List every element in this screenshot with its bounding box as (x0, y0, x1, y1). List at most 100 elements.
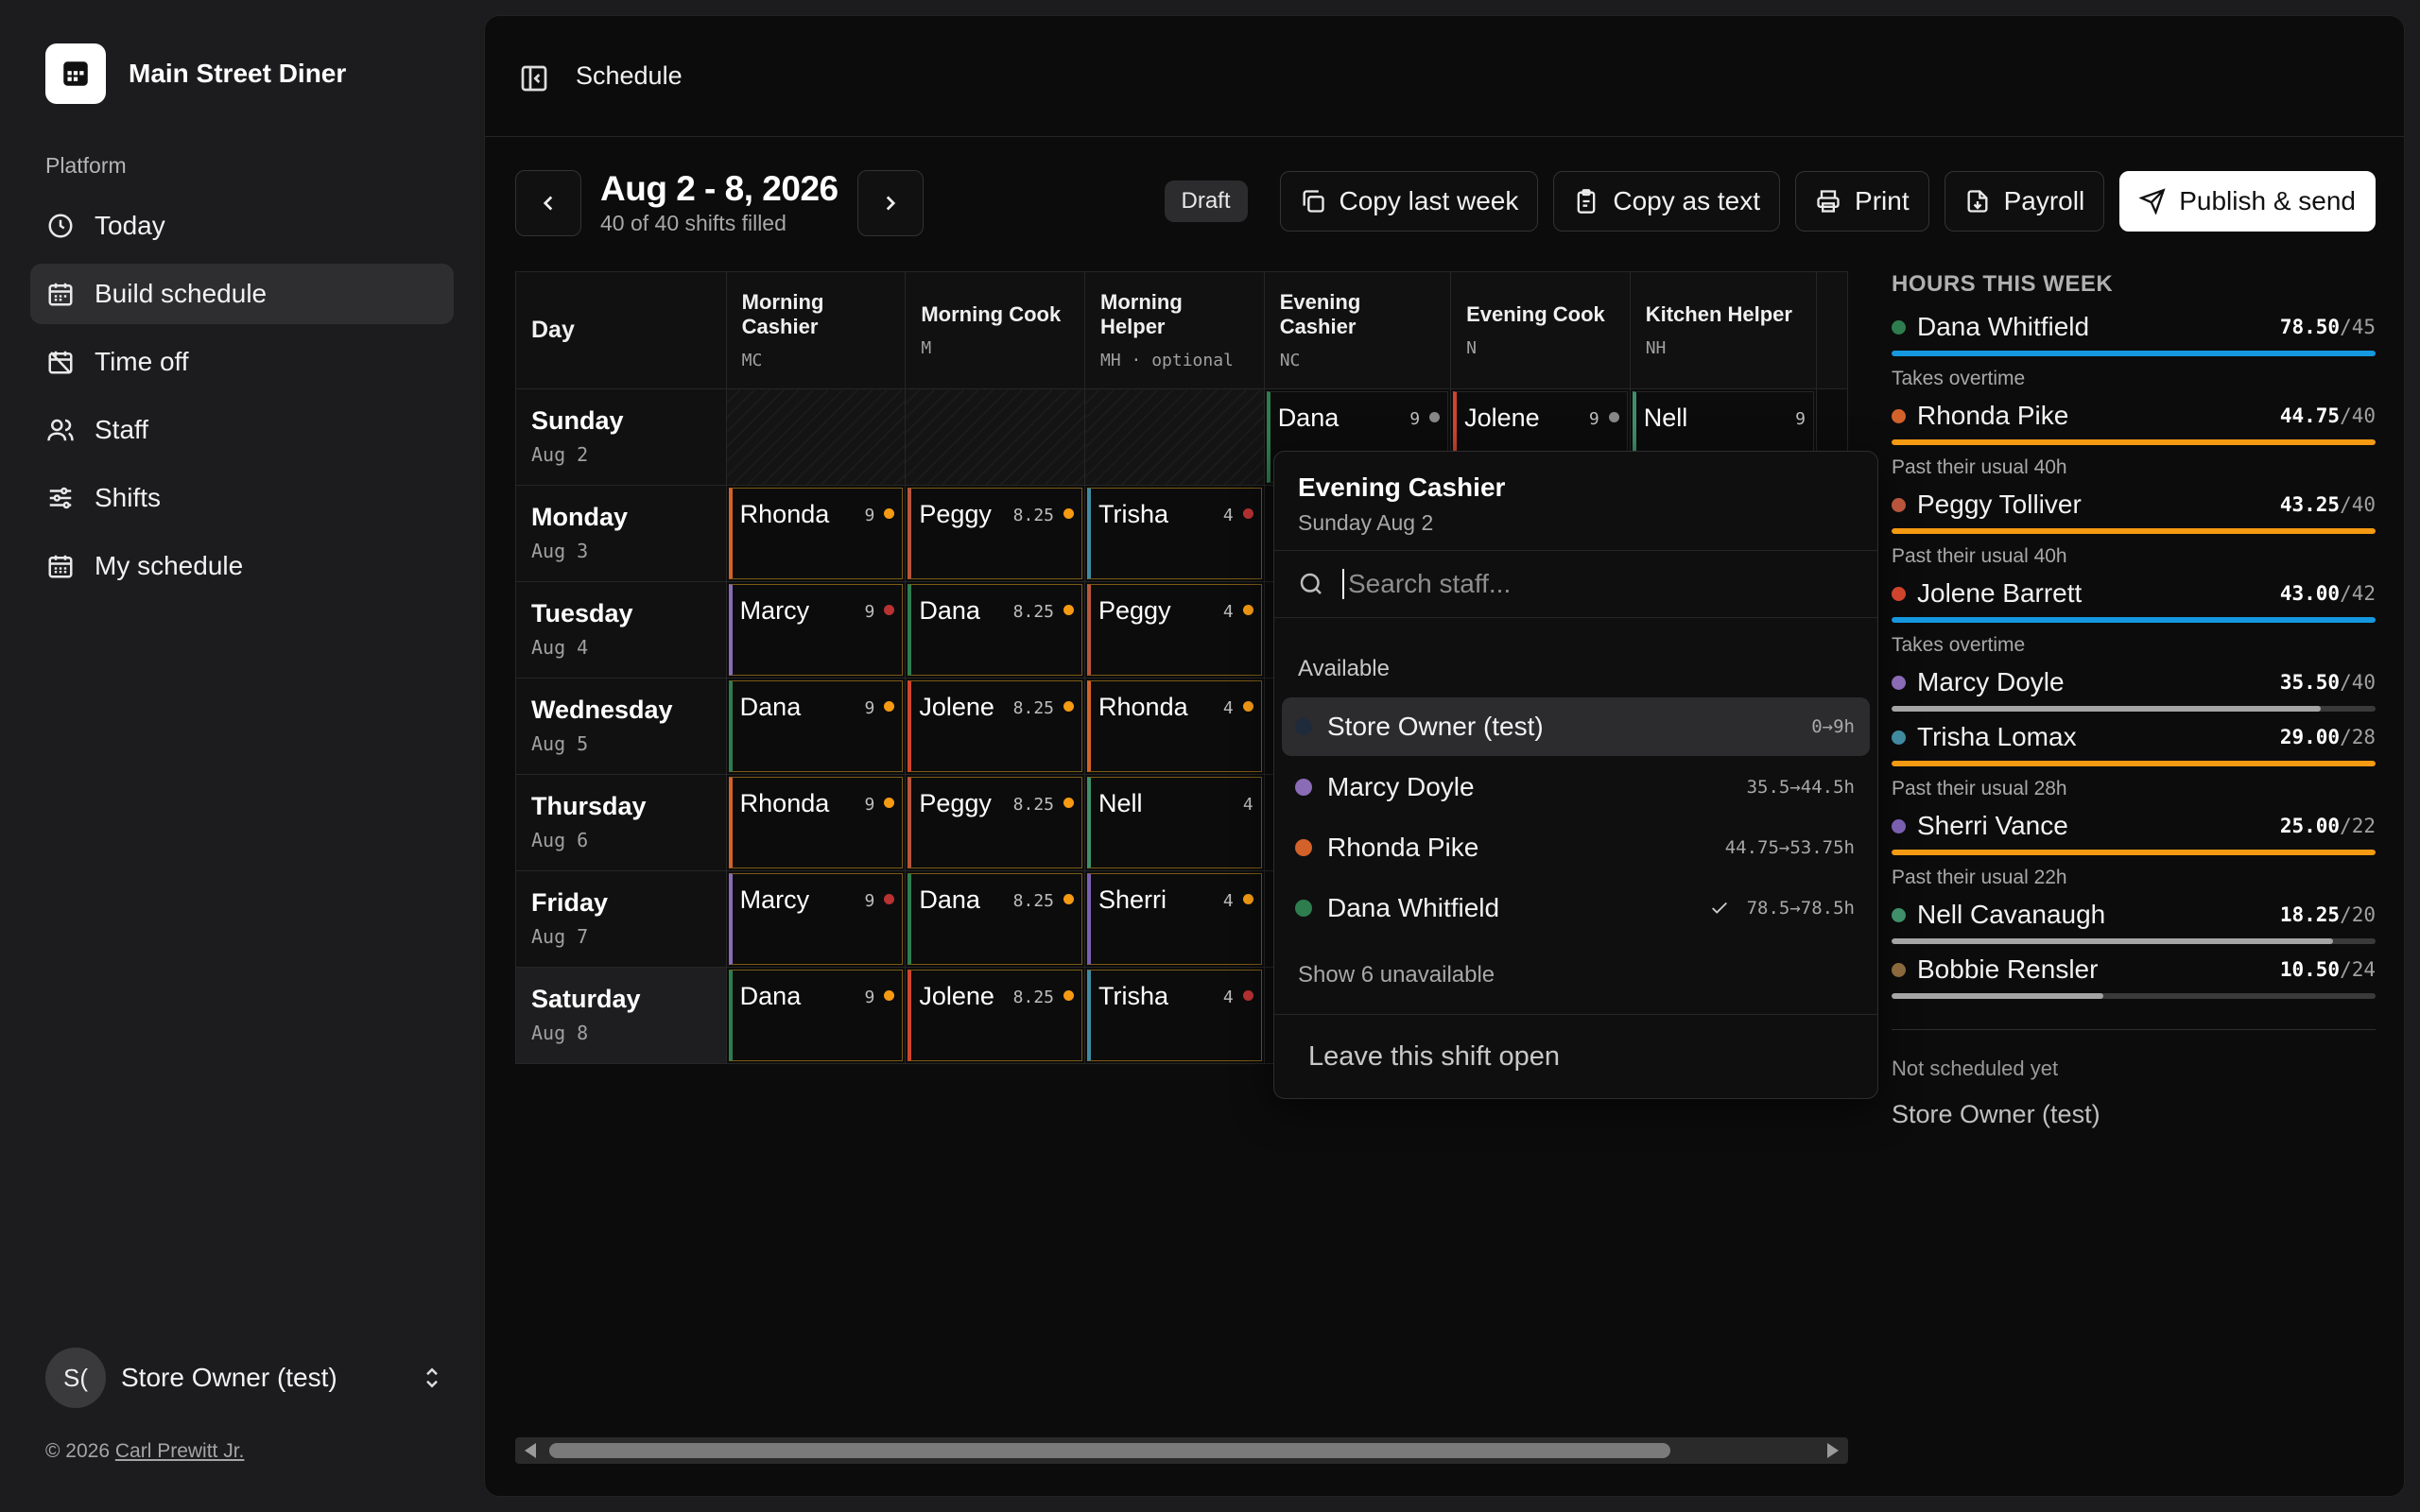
scroll-left-arrow-icon[interactable] (525, 1443, 536, 1458)
print-button[interactable]: Print (1795, 171, 1929, 232)
staff-option[interactable]: Marcy Doyle 35.5→44.5h (1282, 758, 1870, 816)
shift-cell[interactable]: Trisha 4 (1084, 485, 1265, 582)
copyright-prefix: © 2026 (45, 1440, 111, 1462)
shift-chip[interactable]: Marcy 9 (728, 873, 904, 965)
shift-cell[interactable]: Peggy 8.25 (905, 485, 1086, 582)
hours-row[interactable]: Dana Whitfield 78.50/45 Takes overtime (1892, 309, 2376, 390)
sidebar-item-time-off[interactable]: Time off (30, 332, 454, 392)
status-dot-icon (1063, 605, 1075, 615)
scrollbar-thumb[interactable] (549, 1443, 1670, 1458)
shift-chip[interactable]: Dana 9 (728, 970, 904, 1061)
sidebar-item-my-schedule[interactable]: My schedule (30, 536, 454, 596)
button-label: Copy last week (1339, 186, 1519, 215)
sidebar-item-build-schedule[interactable]: Build schedule (30, 264, 454, 324)
shift-chip[interactable]: Dana 9 (728, 680, 904, 772)
clipboard-icon (1578, 189, 1596, 214)
hours-row[interactable]: Jolene Barrett 43.00/42 Takes overtime (1892, 576, 2376, 657)
staff-option[interactable]: Rhonda Pike 44.75→53.75h (1282, 818, 1870, 877)
shift-hours-value: 4 (1222, 602, 1234, 622)
search-input[interactable] (1342, 569, 1834, 599)
day-name: Wednesday (531, 696, 673, 724)
shift-cell[interactable]: Rhonda 4 (1084, 678, 1265, 775)
shift-cell[interactable]: Marcy 9 (725, 870, 907, 968)
payroll-button[interactable]: Payroll (1944, 171, 2105, 232)
staff-color-dot-icon (1295, 779, 1312, 796)
shift-cell[interactable]: Jolene 8.25 (905, 967, 1086, 1064)
shift-staff-name: Dana (919, 596, 980, 625)
staff-name: Dana Whitfield (1917, 312, 2090, 341)
shift-cell[interactable]: Peggy 4 (1084, 581, 1265, 679)
staff-option[interactable]: Dana Whitfield 78.5→78.5h (1282, 879, 1870, 937)
staff-color-dot-icon (1892, 675, 1906, 690)
shift-hours: 9 (865, 885, 895, 964)
shift-chip[interactable]: Peggy 8.25 (908, 488, 1083, 579)
shift-cell[interactable]: Dana 9 (725, 678, 907, 775)
shift-chip[interactable]: Rhonda 9 (728, 488, 904, 579)
next-week-button[interactable] (856, 169, 924, 236)
copy-last-week-button[interactable]: Copy last week (1279, 171, 1539, 232)
hours-note: Past their usual 28h (1892, 778, 2067, 799)
prev-week-button[interactable] (515, 169, 581, 236)
shift-chip[interactable]: Rhonda 4 (1087, 680, 1262, 772)
shift-chip[interactable]: Peggy 8.25 (908, 777, 1083, 868)
shift-chip[interactable]: Dana 8.25 (908, 584, 1083, 676)
shift-cell[interactable]: Rhonda 9 (725, 485, 907, 582)
shift-chip[interactable]: Rhonda 9 (728, 777, 904, 868)
shift-cell[interactable]: Sherri 4 (1084, 870, 1265, 968)
shift-cell[interactable]: Dana 8.25 (905, 870, 1086, 968)
staff-color-dot-icon (1892, 818, 1906, 833)
shift-chip[interactable]: Jolene 8.25 (908, 680, 1083, 772)
staff-option[interactable]: Store Owner (test) 0→9h (1282, 697, 1870, 756)
leave-shift-open-button[interactable]: Leave this shift open (1274, 1014, 1877, 1099)
shift-chip[interactable]: Nell 4 (1087, 777, 1262, 868)
hours-bar-fill (1892, 528, 2376, 534)
hours-row[interactable]: Nell Cavanaugh 18.25/20 (1892, 897, 2376, 944)
sidebar-item-today[interactable]: Today (30, 196, 454, 256)
horizontal-scrollbar[interactable] (515, 1437, 1848, 1464)
sidebar-toggle-icon[interactable] (519, 63, 549, 94)
hours-row[interactable]: Peggy Tolliver 43.25/40 Past their usual 4… (1892, 487, 2376, 568)
copyright-author-link[interactable]: Carl Prewitt Jr. (115, 1440, 245, 1462)
button-label: Publish & send (2179, 186, 2356, 215)
hours-row[interactable]: Sherri Vance 25.00/22 Past their usual 22h (1892, 808, 2376, 889)
hours-bar-fill (1892, 617, 2376, 623)
user-menu[interactable]: S( Store Owner (test) (45, 1348, 446, 1408)
shift-cell[interactable] (1084, 388, 1265, 486)
shift-chip[interactable]: Trisha 4 (1087, 970, 1262, 1061)
shift-chip[interactable]: Peggy 4 (1087, 584, 1262, 676)
shift-cell[interactable] (725, 388, 907, 486)
shift-chip[interactable]: Trisha 4 (1087, 488, 1262, 579)
show-unavailable-link[interactable]: Show 6 unavailable (1298, 962, 1495, 988)
shift-hours: 4 (1223, 693, 1253, 771)
brand[interactable]: Main Street Diner (45, 43, 346, 104)
hours-row[interactable]: Bobbie Rensler 10.50/24 (1892, 952, 2376, 999)
shift-cell[interactable]: Peggy 8.25 (905, 774, 1086, 871)
hours-worked: 78.50 (2279, 316, 2341, 338)
shift-staff-name: Marcy (739, 885, 810, 914)
shift-cell[interactable]: Marcy 9 (725, 581, 907, 679)
publish-send-button[interactable]: Publish & send (2119, 171, 2376, 232)
shift-chip[interactable]: Sherri 4 (1087, 873, 1262, 965)
scroll-right-arrow-icon[interactable] (1827, 1443, 1839, 1458)
hours-row[interactable]: Marcy Doyle 35.50/40 (1892, 664, 2376, 712)
column-header: Morning Cashier MC (725, 271, 907, 389)
shift-cell[interactable]: Nell 4 (1084, 774, 1265, 871)
hours-row[interactable]: Rhonda Pike 44.75/40 Past their usual 40h (1892, 398, 2376, 479)
status-dot-icon (884, 701, 895, 712)
shift-cell[interactable]: Dana 9 (725, 967, 907, 1064)
copy-as-text-button[interactable]: Copy as text (1553, 171, 1781, 232)
sidebar-item-shifts[interactable]: Shifts (30, 468, 454, 528)
shift-cell[interactable]: Jolene 8.25 (905, 678, 1086, 775)
not-scheduled-name[interactable]: Store Owner (test) (1892, 1100, 2376, 1129)
shift-chip[interactable]: Jolene 8.25 (908, 970, 1083, 1061)
shift-cell[interactable] (905, 388, 1086, 486)
shift-chip[interactable]: Marcy 9 (728, 584, 904, 676)
hours-row[interactable]: Trisha Lomax 29.00/28 Past their usual 28h (1892, 719, 2376, 800)
shift-hours-value: 8.25 (1012, 795, 1055, 815)
shift-cell[interactable]: Rhonda 9 (725, 774, 907, 871)
staff-option-name: Dana Whitfield (1327, 893, 1500, 922)
shift-chip[interactable]: Dana 8.25 (908, 873, 1083, 965)
shift-cell[interactable]: Dana 8.25 (905, 581, 1086, 679)
shift-cell[interactable]: Trisha 4 (1084, 967, 1265, 1064)
sidebar-item-staff[interactable]: Staff (30, 400, 454, 460)
